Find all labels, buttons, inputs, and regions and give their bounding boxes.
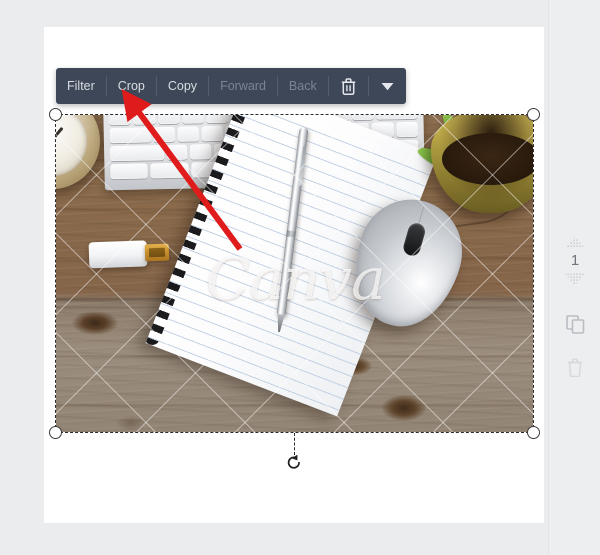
copy-button[interactable]: Copy: [157, 68, 208, 104]
layer-down-arrow[interactable]: [564, 273, 586, 286]
forward-button[interactable]: Forward: [209, 68, 277, 104]
back-button[interactable]: Back: [278, 68, 328, 104]
duplicate-icon[interactable]: [549, 308, 600, 341]
right-tool-rail: 1: [548, 0, 600, 555]
trash-icon[interactable]: [329, 68, 368, 104]
resize-handle-top-right[interactable]: [527, 108, 540, 121]
plant-pot: [431, 115, 533, 213]
clock-face: [56, 115, 87, 176]
layer-up-arrow[interactable]: [564, 236, 586, 249]
chevron-down-icon[interactable]: [369, 68, 406, 104]
plant-soil: [442, 133, 533, 185]
wood-knot: [72, 311, 118, 335]
filter-button[interactable]: Filter: [56, 68, 106, 104]
mouse-scroll-wheel: [401, 221, 427, 258]
wood-knot: [116, 415, 146, 431]
resize-handle-bottom-left[interactable]: [49, 426, 62, 439]
rotate-handle[interactable]: [285, 453, 304, 472]
layer-number[interactable]: 1: [571, 249, 579, 273]
resize-handle-top-left[interactable]: [49, 108, 62, 121]
photo-background: Canva: [56, 115, 533, 432]
wood-knot: [382, 395, 426, 421]
alarm-clock: [56, 115, 100, 189]
layer-controls: 1: [549, 236, 600, 384]
pen-band: [286, 230, 296, 238]
potted-plant: [414, 115, 533, 217]
usb-connector: [144, 243, 170, 262]
resize-handle-bottom-right[interactable]: [527, 426, 540, 439]
rotate-handle-stem: [294, 433, 295, 455]
usb-body: [88, 240, 148, 269]
delete-icon[interactable]: [549, 351, 600, 384]
crop-button[interactable]: Crop: [107, 68, 156, 104]
usb-flash-drive: [88, 240, 170, 269]
desk-photo-image[interactable]: Canva: [56, 115, 533, 432]
element-toolbar[interactable]: Filter Crop Copy Forward Back: [56, 68, 406, 104]
